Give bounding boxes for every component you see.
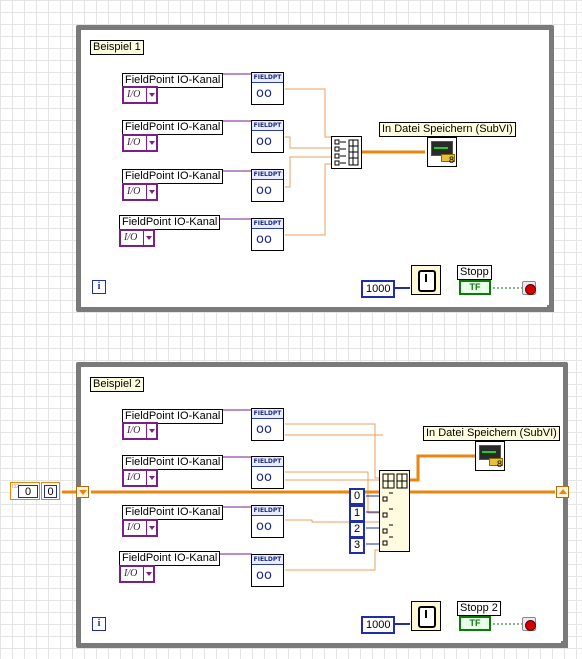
wait-timer-node[interactable] <box>411 601 441 631</box>
init-value: 0 <box>18 485 38 498</box>
index-constant[interactable]: 0 <box>349 488 365 505</box>
shift-init-constant[interactable]: 0 <box>41 482 60 500</box>
channel-value: I/O <box>127 472 141 483</box>
shift-register-right-icon[interactable] <box>556 486 569 498</box>
index-constant[interactable]: 1 <box>349 505 365 522</box>
stop-terminal-icon[interactable] <box>522 617 536 631</box>
shift-register-left-icon[interactable] <box>76 486 89 498</box>
io-channel-control[interactable]: I/O <box>122 422 158 440</box>
wait-ms-constant[interactable]: 1000 <box>361 616 396 634</box>
iteration-icon: i <box>92 617 106 631</box>
io-channel-control[interactable]: I/O <box>122 519 158 537</box>
clock-icon <box>418 606 436 628</box>
chevron-down-icon[interactable] <box>143 565 155 583</box>
stop-boolean[interactable]: TF <box>459 616 491 631</box>
glasses-icon: oo <box>256 519 272 534</box>
glasses-icon: oo <box>256 470 272 485</box>
io-channel-control[interactable]: I/O <box>122 469 158 487</box>
replace-array-icon <box>382 473 408 546</box>
glasses-icon: oo <box>256 568 272 583</box>
channel-value: I/O <box>127 522 141 533</box>
io-channel-control[interactable]: I/O <box>119 565 155 583</box>
chevron-down-icon[interactable] <box>146 422 158 440</box>
init-array-constant[interactable]: I32 0 <box>10 482 40 500</box>
node-header: FIELDPT <box>252 555 283 565</box>
wires-example-2 <box>62 409 555 625</box>
stop-label: Stopp 2 <box>457 601 501 616</box>
chevron-down-icon[interactable] <box>146 469 158 487</box>
glasses-icon: oo <box>256 422 272 437</box>
node-header: FIELDPT <box>252 457 283 467</box>
index-constant[interactable]: 3 <box>349 537 365 554</box>
channel-value: I/O <box>127 425 141 436</box>
chevron-down-icon[interactable] <box>146 519 158 537</box>
fieldpoint-read-node[interactable]: FIELDPT oo <box>251 505 284 538</box>
fieldpoint-read-node[interactable]: FIELDPT oo <box>251 554 284 587</box>
shift-init-value: 0 <box>44 485 57 498</box>
index-constant[interactable]: 2 <box>349 521 365 538</box>
channel-label: FieldPoint IO-Kanal <box>119 551 221 566</box>
subvi-number: 8 <box>496 459 502 469</box>
node-header: FIELDPT <box>252 506 283 516</box>
channel-value: I/O <box>124 568 138 579</box>
example-2-label: Beispiel 2 <box>90 377 144 392</box>
node-header: FIELDPT <box>252 409 283 419</box>
save-to-file-subvi[interactable]: 8 <box>475 441 505 471</box>
fieldpoint-read-node[interactable]: FIELDPT oo <box>251 408 284 441</box>
replace-array-subset-node[interactable] <box>379 470 410 552</box>
channel-label: FieldPoint IO-Kanal <box>122 505 224 520</box>
channel-label: FieldPoint IO-Kanal <box>122 455 224 470</box>
subvi-label: In Datei Speichern (SubVI) <box>423 426 560 441</box>
fieldpoint-read-node[interactable]: FIELDPT oo <box>251 456 284 489</box>
